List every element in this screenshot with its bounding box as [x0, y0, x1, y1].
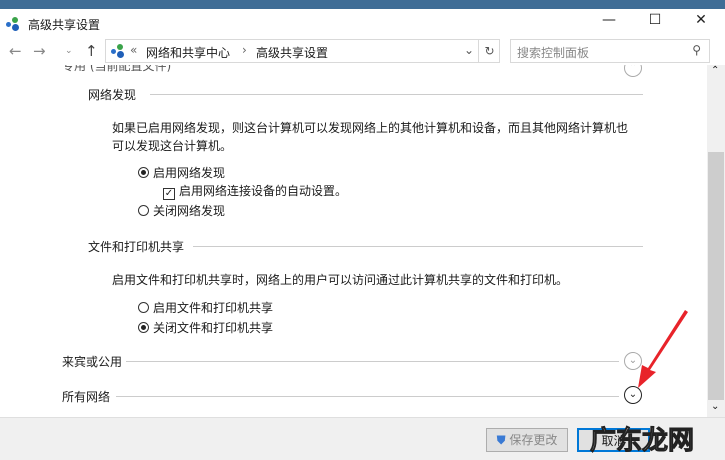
radio-icon	[138, 205, 149, 216]
search-input[interactable]: 搜索控制面板 ⚲	[510, 39, 710, 63]
search-placeholder: 搜索控制面板	[517, 46, 590, 60]
discovery-description-2: 可以发现这台计算机。	[112, 139, 233, 153]
overflow-chevron[interactable]: «	[130, 43, 137, 57]
back-icon[interactable]: ←	[9, 42, 22, 60]
private-profile-header: 专用 (当前配置文件)	[62, 65, 172, 73]
save-label: 保存更改	[509, 433, 558, 447]
close-button[interactable]: ✕	[678, 9, 724, 31]
network-discovery-title: 网络发现	[88, 88, 137, 102]
radio-selected-icon	[138, 167, 149, 178]
collapse-private-icon[interactable]: ⌃	[624, 65, 642, 77]
scroll-down-icon[interactable]: ⌄	[711, 401, 719, 412]
window-title: 高级共享设置	[28, 18, 101, 32]
maximize-button[interactable]: ☐	[632, 9, 678, 31]
address-dropdown-icon[interactable]: ⌄	[464, 43, 474, 57]
breadcrumb-advanced-sharing[interactable]: 高级共享设置	[256, 44, 328, 61]
radio-selected-icon	[138, 322, 149, 333]
refresh-icon[interactable]: ↻	[478, 40, 500, 62]
checkbox-label: 启用网络连接设备的自动设置。	[179, 184, 348, 198]
search-icon: ⚲	[692, 43, 701, 57]
forward-icon[interactable]: →	[33, 42, 46, 60]
uac-shield-icon: ⛊	[496, 433, 506, 447]
taskbar-strip	[0, 0, 725, 9]
breadcrumb-separator: ›	[242, 43, 247, 57]
minimize-button[interactable]: —	[586, 9, 632, 31]
radio-enable-sharing[interactable]: 启用文件和打印机共享	[138, 299, 273, 316]
radio-icon	[138, 302, 149, 313]
divider	[150, 94, 643, 95]
scrollbar-thumb[interactable]	[708, 152, 724, 400]
divider	[126, 361, 619, 362]
watermark: 广东龙网	[589, 426, 695, 457]
radio-label: 启用网络发现	[153, 166, 226, 180]
network-icon	[111, 44, 127, 58]
breadcrumb-network-center[interactable]: 网络和共享中心	[146, 44, 230, 61]
radio-label: 启用文件和打印机共享	[153, 301, 274, 315]
all-networks-header: 所有网络	[62, 390, 111, 404]
radio-disable-sharing[interactable]: 关闭文件和打印机共享	[138, 319, 273, 336]
scroll-up-icon[interactable]: ⌃	[711, 65, 719, 76]
file-printer-sharing-title: 文件和打印机共享	[88, 240, 185, 254]
checkmark-icon: ✓	[163, 188, 175, 200]
checkbox-auto-setup[interactable]: ✓ 启用网络连接设备的自动设置。	[163, 182, 347, 200]
radio-enable-discovery[interactable]: 启用网络发现	[138, 164, 225, 181]
save-changes-button[interactable]: ⛊ 保存更改	[486, 428, 568, 452]
radio-disable-discovery[interactable]: 关闭网络发现	[138, 202, 225, 219]
up-icon[interactable]: ↑	[85, 42, 98, 60]
divider	[116, 396, 619, 397]
guest-public-header: 来宾或公用	[62, 355, 123, 369]
radio-label: 关闭文件和打印机共享	[153, 321, 274, 335]
sharing-description: 启用文件和打印机共享时，网络上的用户可以访问通过此计算机共享的文件和打印机。	[112, 273, 569, 287]
discovery-description: 如果已启用网络发现，则这台计算机可以发现网络上的其他计算机和设备，而且其他网络计…	[112, 121, 629, 135]
divider	[193, 246, 643, 247]
network-icon	[6, 17, 22, 31]
recent-dropdown-icon[interactable]: ⌄	[65, 46, 73, 56]
address-bar[interactable]: « 网络和共享中心 › 高级共享设置 ⌄ ↻	[105, 39, 500, 63]
footer: ⛊ 保存更改 取消 广东龙网	[0, 417, 725, 460]
radio-label: 关闭网络发现	[153, 204, 226, 218]
settings-content: 专用 (当前配置文件) ⌃ 网络发现 如果已启用网络发现，则这台计算机可以发现网…	[0, 65, 707, 417]
red-arrow-annotation	[638, 310, 688, 388]
